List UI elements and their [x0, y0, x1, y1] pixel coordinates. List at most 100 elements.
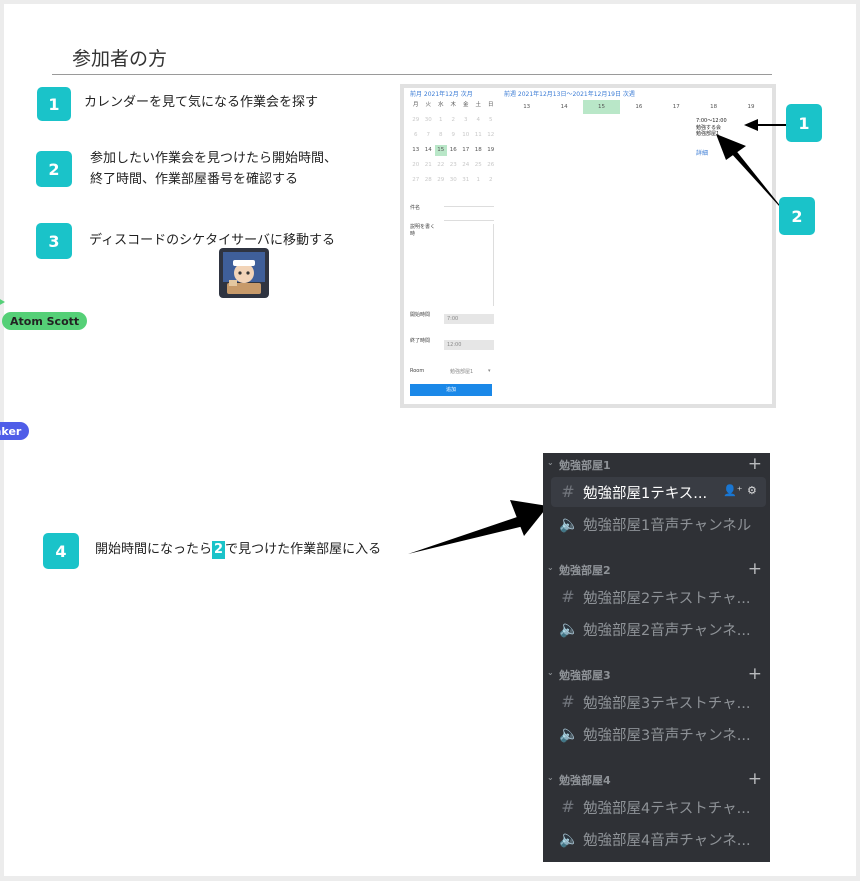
voice-channel-item[interactable]: 🔈 勉強部屋1音声チャンネル	[551, 509, 766, 539]
calendar-day[interactable]: 26	[485, 160, 497, 171]
calendar-day[interactable]: 13	[410, 145, 422, 156]
category-header[interactable]: ⌄ 勉強部屋4 +	[543, 769, 770, 790]
category-header[interactable]: ⌄ 勉強部屋3 +	[543, 664, 770, 685]
category-name: 勉強部屋1	[559, 459, 611, 472]
calendar-day[interactable]: 10	[460, 130, 472, 141]
calendar-day[interactable]: 21	[423, 160, 435, 171]
calendar-day[interactable]: 29	[435, 175, 447, 186]
form-label-desc: 説明を書く時	[410, 224, 436, 237]
weekday-header: 金	[462, 102, 469, 108]
text-channel-item[interactable]: # 勉強部屋3テキストチャ...	[551, 687, 766, 717]
calendar-day[interactable]: 31	[460, 175, 472, 186]
calendar-day[interactable]: 11	[473, 130, 485, 141]
weekday-header: 日	[487, 102, 494, 108]
week-day: 13	[523, 104, 531, 110]
add-channel-icon[interactable]: +	[748, 664, 762, 684]
speaker-icon: 🔈	[559, 829, 579, 848]
title-field-underline	[444, 220, 494, 221]
step-2-badge: 2	[36, 151, 72, 187]
chevron-down-icon: ⌄	[547, 773, 554, 782]
chevron-down-icon: ⌄	[547, 458, 554, 467]
weekday-header: 水	[437, 102, 444, 108]
calendar-day[interactable]: 9	[448, 130, 460, 141]
weekday-header: 月	[412, 102, 419, 108]
calendar-day[interactable]: 27	[410, 175, 422, 186]
category-header[interactable]: ⌄ 勉強部屋1 +	[543, 454, 770, 475]
gear-icon[interactable]: ⚙	[747, 484, 757, 497]
event-detail-link[interactable]: 詳細	[696, 148, 708, 157]
server-avatar-icon	[219, 248, 269, 298]
calendar-day[interactable]: 23	[448, 160, 460, 171]
calendar-day[interactable]: 12	[485, 130, 497, 141]
voice-channel-item[interactable]: 🔈 勉強部屋4音声チャンネ...	[551, 824, 766, 854]
calendar-day[interactable]: 7	[423, 130, 435, 141]
calendar-day[interactable]: 1	[473, 175, 485, 186]
invite-icon[interactable]: 👤⁺	[723, 484, 743, 497]
hash-icon: #	[561, 692, 575, 711]
calendar-day[interactable]: 17	[460, 145, 472, 156]
description-textarea[interactable]	[444, 224, 494, 306]
calendar-day[interactable]: 2	[485, 175, 497, 186]
add-channel-icon[interactable]: +	[748, 559, 762, 579]
end-time-input[interactable]: 12:00	[444, 340, 494, 350]
chevron-down-icon: ⌄	[547, 668, 554, 677]
submit-button[interactable]: 追加	[410, 384, 492, 396]
calendar-day[interactable]: 30	[448, 175, 460, 186]
cursor-pointer-icon	[0, 298, 5, 306]
week-header-row: 13 14 15 16 17 18 19	[508, 100, 770, 114]
collaborator-cursor-label-2: aker	[0, 422, 30, 440]
month-nav: 前月 2021年12月 次月	[410, 91, 473, 98]
form-label-start: 開始時間	[410, 312, 431, 318]
calendar-day[interactable]: 6	[410, 130, 422, 141]
calendar-day[interactable]: 1	[435, 115, 447, 126]
hash-icon: #	[561, 797, 575, 816]
collaborator-cursor-label: Atom Scott	[2, 312, 88, 330]
step-1-badge: 1	[37, 87, 71, 121]
voice-channel-item[interactable]: 🔈 勉強部屋3音声チャンネ...	[551, 719, 766, 749]
week-day: 18	[710, 104, 718, 110]
category-header[interactable]: ⌄ 勉強部屋2 +	[543, 559, 770, 580]
calendar-day[interactable]: 14	[423, 145, 435, 156]
room-select[interactable]: 勉強部屋1	[450, 368, 473, 375]
step-3-text: ディスコードのシケタイサーバに移動する	[89, 233, 335, 248]
step-4-text-before: 開始時間になったら	[95, 542, 213, 557]
calendar-day[interactable]: 25	[473, 160, 485, 171]
voice-channel-item[interactable]: 🔈 勉強部屋2音声チャンネ...	[551, 614, 766, 644]
step-4-text: 開始時間になったら 2 で見つけた作業部屋に入る	[95, 540, 381, 560]
text-channel-item[interactable]: # 勉強部屋4テキストチャ...	[551, 792, 766, 822]
arrow-left-icon	[744, 119, 791, 131]
channel-name: 勉強部屋2テキストチャ...	[583, 591, 751, 607]
form-label-end: 終了時間	[410, 338, 431, 344]
add-channel-icon[interactable]: +	[748, 454, 762, 474]
calendar-day[interactable]: 16	[448, 145, 460, 156]
start-time-input[interactable]: 7:00	[444, 314, 494, 324]
calendar-day-selected[interactable]: 15	[435, 145, 447, 156]
step-2-text-line2: 終了時間、作業部屋番号を確認する	[90, 172, 299, 187]
calendar-day[interactable]: 18	[473, 145, 485, 156]
text-channel-item[interactable]: # 勉強部屋2テキストチャ...	[551, 582, 766, 612]
week-day: 14	[560, 104, 568, 110]
calendar-day[interactable]: 2	[448, 115, 460, 126]
title-field[interactable]	[444, 206, 494, 207]
chevron-down-icon: ⌄	[547, 563, 554, 572]
week-day: 19	[747, 104, 755, 110]
calendar-day[interactable]: 5	[485, 115, 497, 126]
step-3-badge: 3	[36, 223, 72, 259]
calendar-day[interactable]: 28	[423, 175, 435, 186]
calendar-day[interactable]: 8	[435, 130, 447, 141]
week-day: 17	[672, 104, 680, 110]
calendar-day[interactable]: 19	[485, 145, 497, 156]
step-1-text: カレンダーを見て気になる作業会を探す	[84, 95, 319, 110]
form-label-room: Room	[410, 368, 425, 374]
calendar-day[interactable]: 29	[410, 115, 422, 126]
text-channel-item[interactable]: # 勉強部屋1テキス... 👤⁺ ⚙	[551, 477, 766, 507]
add-channel-icon[interactable]: +	[748, 769, 762, 789]
calendar-day[interactable]: 24	[460, 160, 472, 171]
mini-calendar: 月 火 水 木 金 土 日 29 30 1 2 3 4 5 6 7 8 9 10…	[410, 100, 500, 186]
calendar-day[interactable]: 4	[473, 115, 485, 126]
calendar-day[interactable]: 22	[435, 160, 447, 171]
calendar-day[interactable]: 3	[460, 115, 472, 126]
hash-icon: #	[561, 587, 575, 606]
calendar-day[interactable]: 20	[410, 160, 422, 171]
calendar-day[interactable]: 30	[423, 115, 435, 126]
